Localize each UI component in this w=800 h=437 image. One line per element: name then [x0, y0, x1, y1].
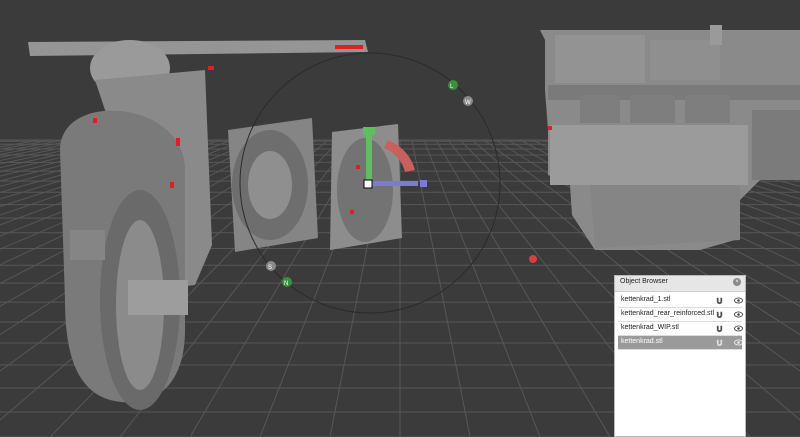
- object-list: kettenkrad_1.stl kettenkrad_rear_reinfor…: [618, 294, 743, 350]
- object-row[interactable]: kettenkrad_rear_reinforced.stl: [618, 308, 743, 322]
- eye-icon[interactable]: [734, 296, 743, 305]
- object-name: kettenkrad_WIP.stl: [621, 324, 679, 331]
- close-icon[interactable]: ×: [733, 278, 741, 286]
- scene-point-marker[interactable]: [529, 255, 537, 263]
- object-row[interactable]: kettenkrad_1.stl: [618, 294, 743, 308]
- y-axis-handle[interactable]: [366, 135, 372, 183]
- magnet-icon[interactable]: [715, 338, 724, 347]
- eye-icon[interactable]: [734, 324, 743, 333]
- object-name: kettenkrad_1.stl: [621, 296, 671, 303]
- x-axis-handle[interactable]: [370, 181, 418, 186]
- object-browser-title: Object Browser: [620, 278, 668, 285]
- object-row-selected[interactable]: kettenkrad.stl: [618, 336, 743, 350]
- vehicle-body-model[interactable]: [540, 25, 800, 250]
- magnet-icon[interactable]: [715, 310, 724, 319]
- gizmo-center[interactable]: [363, 179, 373, 189]
- node-w-label: W: [465, 100, 471, 106]
- object-name: kettenkrad.stl: [621, 338, 663, 345]
- eye-icon[interactable]: [734, 310, 743, 319]
- magnet-icon[interactable]: [715, 324, 724, 333]
- node-n-label: N: [284, 281, 288, 287]
- object-row[interactable]: kettenkrad_WIP.stl: [618, 322, 743, 336]
- track-assembly-left[interactable]: [228, 118, 318, 252]
- node-s-label: S: [268, 265, 272, 271]
- eye-icon[interactable]: [734, 338, 743, 347]
- y-axis-cap[interactable]: [363, 127, 375, 135]
- object-browser-header: Object Browser ×: [615, 276, 745, 292]
- object-browser-panel: Object Browser × kettenkrad_1.stl ketten…: [614, 275, 746, 437]
- magnet-icon[interactable]: [715, 296, 724, 305]
- object-name: kettenkrad_rear_reinforced.stl: [621, 310, 714, 317]
- x-axis-cap[interactable]: [420, 180, 427, 187]
